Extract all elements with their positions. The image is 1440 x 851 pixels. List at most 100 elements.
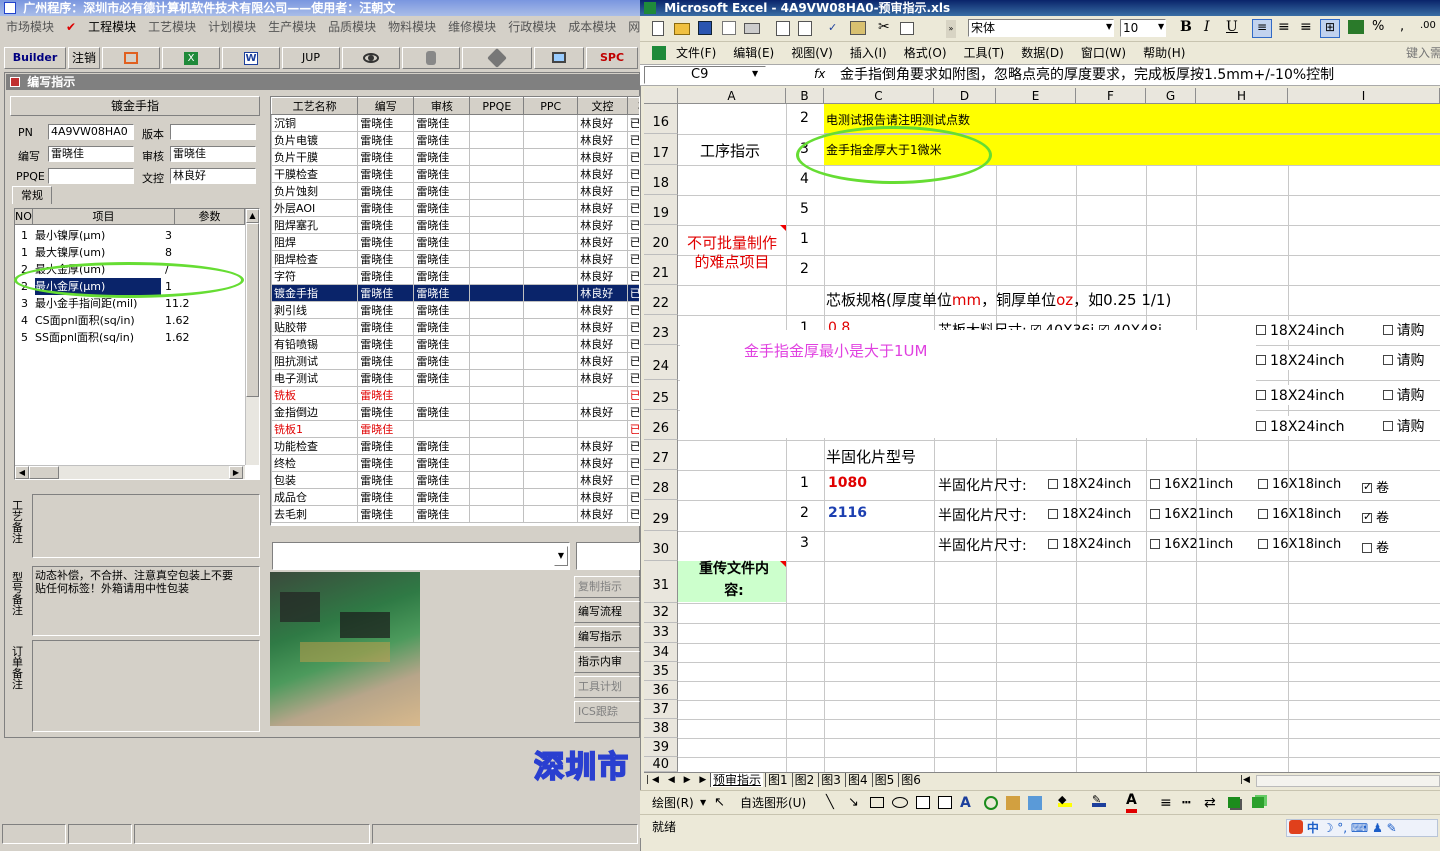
pn-field[interactable]: 4A9VW08HA0: [48, 124, 134, 140]
action-button[interactable]: 复制指示: [574, 576, 640, 598]
column-header[interactable]: F: [1076, 88, 1146, 104]
toolbar-button-1[interactable]: [102, 47, 160, 69]
process-row[interactable]: 去毛刺雷晓佳雷晓佳林良好已上网: [271, 505, 639, 523]
scroll-hthumb[interactable]: [29, 466, 59, 479]
process-header[interactable]: PPQE: [469, 97, 525, 115]
3d-icon[interactable]: [1252, 797, 1264, 808]
module-menu-item[interactable]: 行政模块: [508, 20, 556, 34]
print-preview-icon[interactable]: [776, 21, 790, 36]
process-row[interactable]: 有铅喷锡雷晓佳雷晓佳林良好已上网: [271, 335, 639, 353]
row-header[interactable]: 22: [644, 285, 678, 315]
research-icon[interactable]: [850, 21, 866, 35]
process-note-field[interactable]: [32, 494, 260, 558]
increase-decimal-icon[interactable]: .00: [1420, 20, 1436, 31]
process-row[interactable]: 外层AOI雷晓佳雷晓佳林良好已上网: [271, 199, 639, 217]
process-row[interactable]: 阻焊检查雷晓佳雷晓佳林良好已上网: [271, 250, 639, 268]
sheet-tab[interactable]: 图6: [898, 773, 923, 787]
scroll-up-arrow-icon[interactable]: ▲: [246, 209, 259, 223]
checkbox-18x24[interactable]: [1256, 390, 1266, 400]
logout-button[interactable]: 注销: [68, 47, 100, 69]
prepreg-size-option[interactable]: 16X21inch: [1150, 477, 1254, 492]
sheet-tab[interactable]: 图4: [844, 773, 870, 787]
copy-icon[interactable]: [900, 22, 914, 35]
scroll-left-arrow-icon[interactable]: ◀: [15, 466, 29, 479]
param-row[interactable]: 5 SS面pnl面积(sq/in) 1.62: [15, 329, 245, 346]
prepreg-checkbox[interactable]: [1150, 478, 1160, 489]
process-row[interactable]: 镀金手指雷晓佳雷晓佳林良好已上网: [271, 284, 639, 302]
sheet-tab[interactable]: 图3: [818, 773, 843, 787]
module-menu-item[interactable]: 市场模块: [6, 20, 54, 34]
prepreg-row-no[interactable]: 3: [800, 535, 809, 551]
ime-toolbar[interactable]: 中 ☽ °, ⌨ ♟ ✎: [1286, 819, 1438, 837]
picture-icon[interactable]: [1028, 796, 1042, 810]
textbox-icon[interactable]: [916, 796, 930, 809]
row-header[interactable]: 25: [644, 380, 678, 410]
prepreg-size-option[interactable]: 16X21inch: [1150, 537, 1254, 552]
param-row[interactable]: 1 最大镍厚(um) 8: [15, 244, 245, 261]
prepreg-size-option[interactable]: 18X24inch: [1048, 507, 1152, 522]
sheet-tab-active[interactable]: 预审指示: [710, 773, 764, 787]
font-name-dropdown-icon[interactable]: ▼: [1106, 22, 1112, 31]
row-header[interactable]: 27: [644, 440, 678, 470]
prepreg-checkbox[interactable]: [1048, 478, 1058, 489]
action-button[interactable]: 编写指示: [574, 626, 640, 648]
row-header[interactable]: 35: [644, 662, 678, 681]
action-button[interactable]: 工具计划: [574, 676, 640, 698]
rectangle-icon[interactable]: [870, 797, 884, 808]
align-left-icon[interactable]: ≡: [1252, 19, 1272, 38]
spc-button[interactable]: SPC: [586, 47, 638, 69]
cell-b19[interactable]: 5: [800, 201, 809, 217]
action-button[interactable]: ICS跟踪: [574, 701, 640, 723]
process-dropdown[interactable]: [272, 542, 570, 570]
formula-input[interactable]: 金手指倒角要求如附图，忽略点亮的厚度要求，完成板厚按1.5mm+/-10%控制: [840, 66, 1438, 84]
toolbar-button-db[interactable]: [402, 47, 460, 69]
print-icon[interactable]: [744, 23, 760, 34]
process-row[interactable]: 阻焊塞孔雷晓佳雷晓佳林良好已上网: [271, 216, 639, 234]
cell-hard-items[interactable]: 不可批量制作的难点项目: [682, 234, 782, 272]
toolbar-more-icon[interactable]: »: [946, 20, 956, 38]
checkbox-purchase[interactable]: [1382, 325, 1393, 335]
excel-menu-item[interactable]: 工具(T): [964, 46, 1005, 60]
version-field[interactable]: [170, 124, 256, 140]
module-menu-item[interactable]: 工艺模块: [148, 20, 196, 34]
cell-core-spec[interactable]: 芯板规格(厚度单位mm，铜厚单位oz，如0.25 1/1): [826, 289, 1171, 310]
prepreg-checkbox[interactable]: [1362, 542, 1372, 553]
excel-menu-item[interactable]: 数据(D): [1021, 46, 1064, 60]
row-header[interactable]: 32: [644, 603, 678, 623]
row-header[interactable]: 28: [644, 470, 678, 500]
fill-color-icon[interactable]: ◆: [1058, 794, 1072, 807]
prepreg-checkbox[interactable]: [1258, 508, 1268, 519]
process-row[interactable]: 终检雷晓佳雷晓佳林良好已上网: [271, 454, 639, 472]
core-size-option-row[interactable]: 18X24inch 请购: [1256, 416, 1440, 436]
row-header[interactable]: 39: [644, 738, 678, 757]
line-style-icon[interactable]: ≡: [1160, 791, 1172, 815]
draw-menu[interactable]: 绘图(R): [652, 791, 694, 815]
bold-icon[interactable]: B: [1180, 19, 1192, 35]
dash-style-icon[interactable]: ┅: [1182, 791, 1190, 815]
comma-icon[interactable]: ,: [1400, 19, 1404, 34]
scroll-thumb[interactable]: [246, 223, 259, 397]
params-hscroll[interactable]: ◀ ▶: [15, 465, 245, 479]
excel-menu-item[interactable]: 文件(F): [676, 46, 716, 60]
jup-button[interactable]: JUP: [282, 47, 340, 69]
prepreg-size-option[interactable]: 卷: [1362, 507, 1438, 526]
column-header[interactable]: B: [786, 88, 824, 104]
process-row[interactable]: 干膜检查雷晓佳雷晓佳林良好已上网: [271, 165, 639, 183]
prepreg-size-option[interactable]: 16X21inch: [1150, 507, 1254, 522]
vertical-textbox-icon[interactable]: [938, 796, 952, 809]
toolbar-button-view[interactable]: [342, 47, 400, 69]
checkbox-purchase[interactable]: [1382, 390, 1393, 400]
excel-menu-item[interactable]: 格式(O): [904, 46, 947, 60]
prepreg-size-option[interactable]: 卷: [1362, 537, 1438, 556]
row-header[interactable]: 18: [644, 165, 678, 195]
row-header[interactable]: 16: [644, 104, 678, 134]
clipart-icon[interactable]: [1006, 796, 1020, 810]
prepreg-size-option[interactable]: 18X24inch: [1048, 477, 1152, 492]
module-menu-item[interactable]: 成本模块: [568, 20, 616, 34]
prepreg-row-no[interactable]: 1: [800, 475, 809, 491]
process-header[interactable]: 文控: [577, 97, 628, 115]
prepreg-size-option[interactable]: 18X24inch: [1048, 537, 1152, 552]
process-row[interactable]: 负片干膜雷晓佳雷晓佳林良好已上网: [271, 148, 639, 166]
excel-menu-item[interactable]: 视图(V): [791, 46, 833, 60]
row-header[interactable]: 37: [644, 700, 678, 719]
